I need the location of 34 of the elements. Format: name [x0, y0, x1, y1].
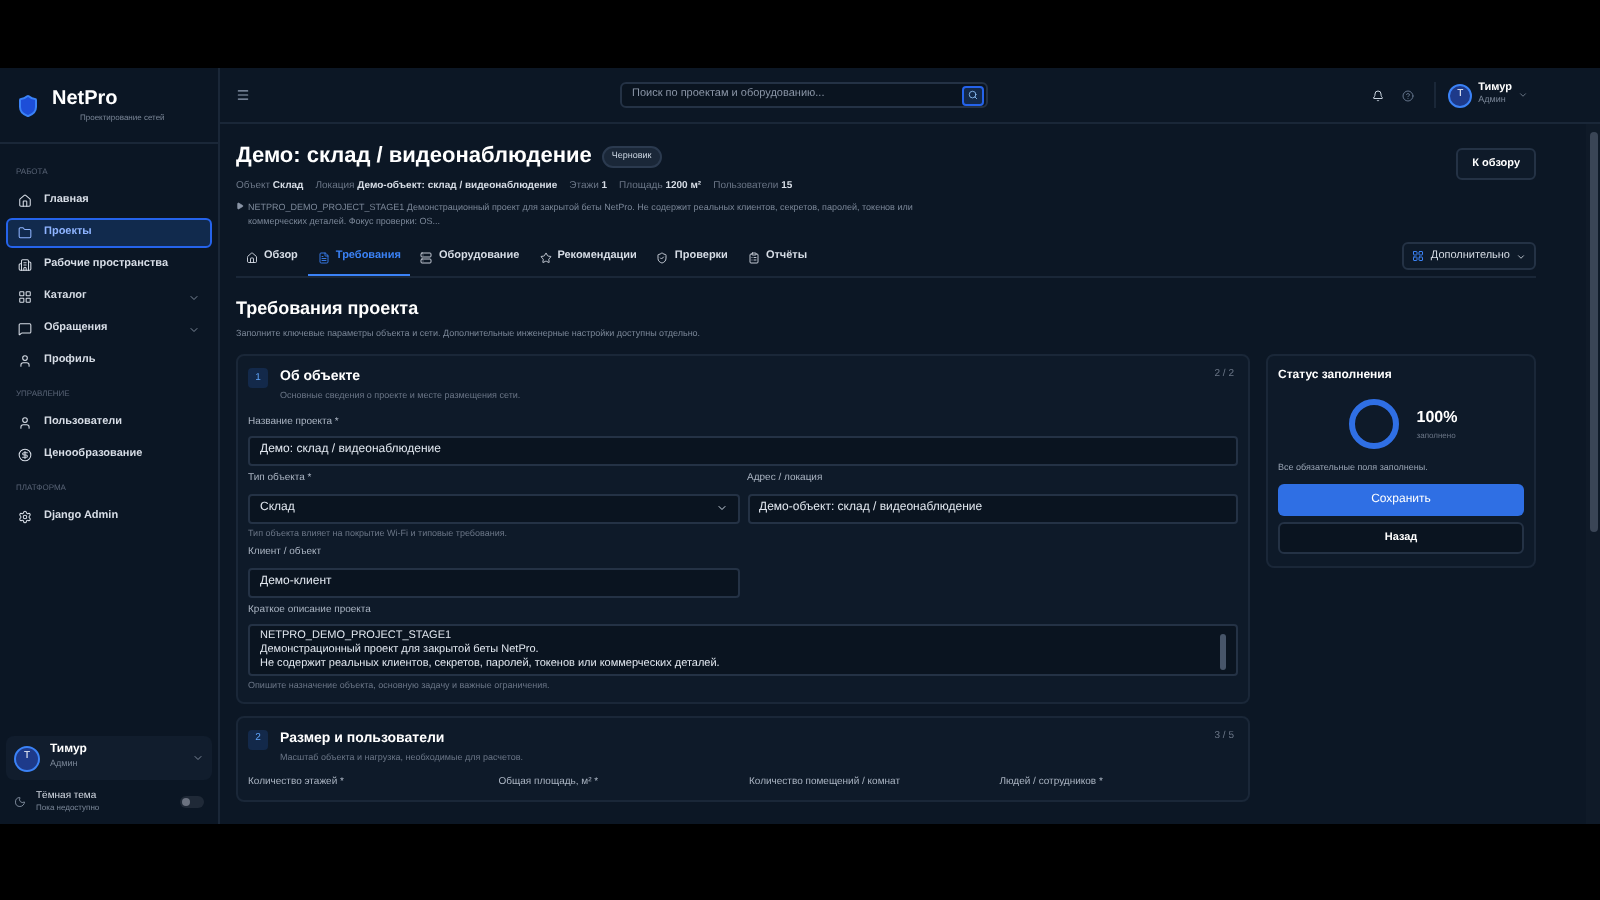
chevron-down-icon — [715, 502, 727, 514]
coin-icon — [18, 448, 32, 462]
brand-name: NetPro — [52, 87, 120, 111]
user-icon — [18, 416, 32, 430]
menu-icon[interactable] — [236, 88, 250, 102]
settings-icon — [18, 510, 32, 524]
moon-icon — [14, 796, 26, 808]
folder-icon — [18, 226, 32, 240]
document-icon — [317, 251, 330, 263]
grid-icon — [1412, 250, 1425, 262]
home-icon — [246, 251, 258, 263]
shield-check-icon — [656, 251, 669, 263]
project-title: Демо: склад / видеонаблюдение — [236, 142, 592, 172]
grid-icon — [18, 290, 32, 304]
bell-icon[interactable] — [1372, 89, 1385, 101]
expand-triangle-icon[interactable] — [236, 202, 244, 210]
theme-switch[interactable] — [180, 796, 204, 808]
building-icon — [18, 258, 32, 272]
home-icon — [18, 194, 32, 208]
clipboard-icon — [747, 251, 760, 263]
chevron-down-icon — [192, 752, 204, 764]
chat-icon — [18, 322, 32, 336]
star-icon — [539, 251, 552, 263]
server-icon — [420, 251, 433, 263]
shield-logo-icon — [16, 93, 40, 117]
page-title: Требования проекта — [236, 296, 421, 322]
search-icon — [968, 90, 978, 100]
user-icon — [18, 354, 32, 368]
percent-value: 100% — [1416, 406, 1458, 431]
help-icon[interactable] — [1402, 89, 1415, 101]
progress-ring — [1344, 394, 1405, 455]
chevron-down-icon — [1516, 251, 1526, 261]
search-button[interactable] — [962, 85, 984, 105]
chevron-down-icon — [1518, 90, 1528, 100]
